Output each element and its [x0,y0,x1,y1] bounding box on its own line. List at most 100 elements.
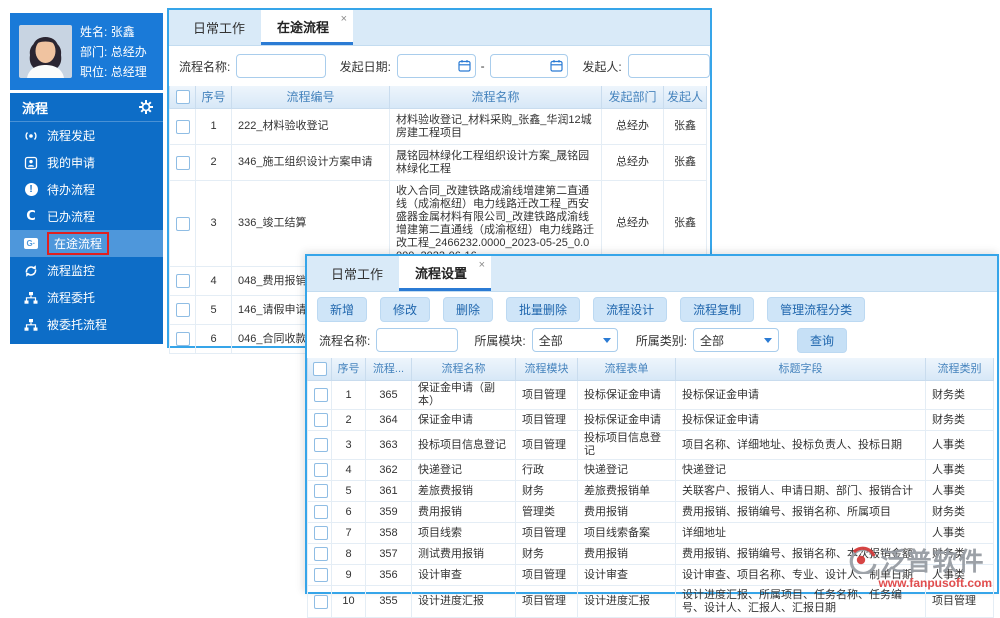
row-checkbox[interactable] [314,505,328,519]
row-checkbox[interactable] [314,594,328,609]
col-process-category: 流程类别 [925,358,994,381]
row-checkbox[interactable] [314,388,328,402]
batch-delete-button[interactable]: 批量删除 [506,296,581,322]
row-checkbox[interactable] [176,274,190,288]
category-select[interactable]: 全部 [693,328,780,352]
row-checkbox[interactable] [176,332,190,346]
manage-category-button[interactable]: 管理流程分类 [767,296,866,322]
start-date-label: 发起日期: [339,59,391,74]
cell-name: 设计进度汇报 [411,585,516,618]
process-copy-button[interactable]: 流程复制 [680,296,755,322]
row-checkbox[interactable] [314,438,328,452]
watermark-url: www.fanpusoft.com [878,576,992,590]
cell-form: 快递登记 [577,459,676,481]
cell-code: 355 [365,585,412,618]
col-process-name: 流程名称 [389,86,602,109]
initiator-input[interactable] [627,54,710,78]
table-row[interactable]: 5 361 差旅费报销 财务 差旅费报销单 关联客户、报销人、申请日期、部门、报… [307,480,994,502]
start-date-to-input[interactable] [489,54,569,78]
sidebar-menu: 流程 流程发起 我的申请 ! 待办流程 C 已办流程 G· 在途流程 流程监控 … [10,93,163,344]
row-checkbox[interactable] [176,303,190,317]
calendar-icon[interactable] [458,59,471,75]
row-checkbox[interactable] [314,413,328,427]
table-row[interactable]: 2 364 保证金申请 项目管理 投标保证金申请 投标保证金申请 财务类 [307,409,994,431]
table-row[interactable]: 1 222_材料验收登记 材料验收登记_材料采购_张鑫_华润12城房建工程项目 … [169,108,707,145]
menu-header-label: 流程 [22,100,49,116]
select-all-checkbox[interactable] [175,90,190,104]
cell-module: 项目管理 [515,409,578,431]
tab-process-settings[interactable]: 流程设置 × [399,256,492,291]
select-all-checkbox[interactable] [312,362,327,376]
table-row[interactable]: 7 358 项目线索 项目管理 项目线索备案 详细地址 人事类 [307,522,994,544]
sidebar-item-label: 我的申请 [47,156,96,170]
panel1-tabbar: 日常工作 在途流程 × [169,10,710,46]
category-select-value: 全部 [700,333,725,348]
process-name-input[interactable] [376,328,459,352]
panel1-filter-row: 流程名称: 发起日期: - 发起人: [169,46,710,86]
cell-form: 设计进度汇报 [577,585,676,618]
table-row[interactable]: 4 362 快递登记 行政 快递登记 快递登记 人事类 [307,459,994,481]
annotation-red-box: 在途流程 [47,232,110,255]
sidebar-item-in-transit[interactable]: G· 在途流程 [10,230,163,257]
sidebar-item-label: 待办流程 [47,183,96,197]
tab-label: 在途流程 [277,19,330,35]
module-select-value: 全部 [538,333,563,348]
table-row[interactable]: 10 355 设计进度汇报 项目管理 设计进度汇报 设计进度汇报、所属项目、任务… [307,585,994,618]
panel2-toolbar: 新增 修改 删除 批量删除 流程设计 流程复制 管理流程分类 [307,292,997,326]
row-checkbox[interactable] [314,568,328,582]
cell-code: 363 [365,430,412,460]
sidebar-item-delegate[interactable]: 流程委托 [10,284,163,311]
query-button[interactable]: 查询 [797,327,848,353]
sidebar-item-todo[interactable]: ! 待办流程 [10,176,163,203]
row-checkbox[interactable] [314,484,328,498]
close-icon[interactable]: × [341,13,347,25]
start-date-from-input[interactable] [396,54,476,78]
tab-daily-work[interactable]: 日常工作 [315,256,399,291]
close-icon[interactable]: × [479,259,485,271]
sidebar-item-my-applications[interactable]: 我的申请 [10,149,163,176]
sidebar-item-done[interactable]: C 已办流程 [10,203,163,230]
delegated-sitemap-icon [23,317,39,333]
sidebar-item-label: 被委托流程 [47,318,108,332]
cell-category: 财务类 [925,409,994,431]
cell-module: 行政 [515,459,578,481]
tab-daily-work[interactable]: 日常工作 [177,10,261,45]
table-row[interactable]: 1 365 保证金申请（副本） 项目管理 投标保证金申请 投标保证金申请 财务类 [307,380,994,410]
process-design-button[interactable]: 流程设计 [593,296,668,322]
cell-no: 2 [195,144,232,181]
row-checkbox[interactable] [314,463,328,477]
sidebar-item-delegated-to-me[interactable]: 被委托流程 [10,311,163,338]
row-checkbox[interactable] [176,216,190,231]
edit-button[interactable]: 修改 [380,296,431,322]
avatar [19,25,72,78]
cell-module: 项目管理 [515,430,578,460]
cell-no: 9 [331,564,366,586]
cell-title-field: 设计进度汇报、所属项目、任务名称、任务编号、设计人、汇报人、汇报日期 [675,585,926,618]
add-button[interactable]: 新增 [317,296,368,322]
cell-code: 356 [365,564,412,586]
table-row[interactable]: 6 359 费用报销 管理类 费用报销 费用报销、报销编号、报销名称、所属项目 … [307,501,994,523]
row-checkbox[interactable] [314,547,328,561]
date-separator: - [480,59,485,73]
col-title-field: 标题字段 [675,358,926,381]
cell-title-field: 投标保证金申请 [675,409,926,431]
row-checkbox[interactable] [314,526,328,540]
sidebar-item-label: 已办流程 [47,210,96,224]
gear-icon[interactable] [139,100,153,114]
delete-button[interactable]: 删除 [443,296,494,322]
table-row[interactable]: 2 346_施工组织设计方案申请 晟铭园林绿化工程组织设计方案_晟铭园林绿化工程… [169,144,707,181]
table-row[interactable]: 3 363 投标项目信息登记 项目管理 投标项目信息登记 项目名称、详细地址、投… [307,430,994,460]
sidebar-item-process-start[interactable]: 流程发起 [10,122,163,149]
process-name-input[interactable] [236,54,326,78]
calendar-icon[interactable] [550,59,564,75]
module-select[interactable]: 全部 [531,328,618,352]
row-checkbox[interactable] [176,119,190,134]
cell-form: 费用报销 [577,501,676,523]
tab-in-transit[interactable]: 在途流程 × [261,10,354,45]
sidebar-item-monitor[interactable]: 流程监控 [10,257,163,284]
cell-name: 晟铭园林绿化工程组织设计方案_晟铭园林绿化工程 [389,144,602,181]
row-checkbox[interactable] [176,155,190,170]
cell-initiator: 张鑫 [663,144,707,181]
cell-code: 365 [365,380,412,410]
cell-title-field: 投标保证金申请 [675,380,926,410]
